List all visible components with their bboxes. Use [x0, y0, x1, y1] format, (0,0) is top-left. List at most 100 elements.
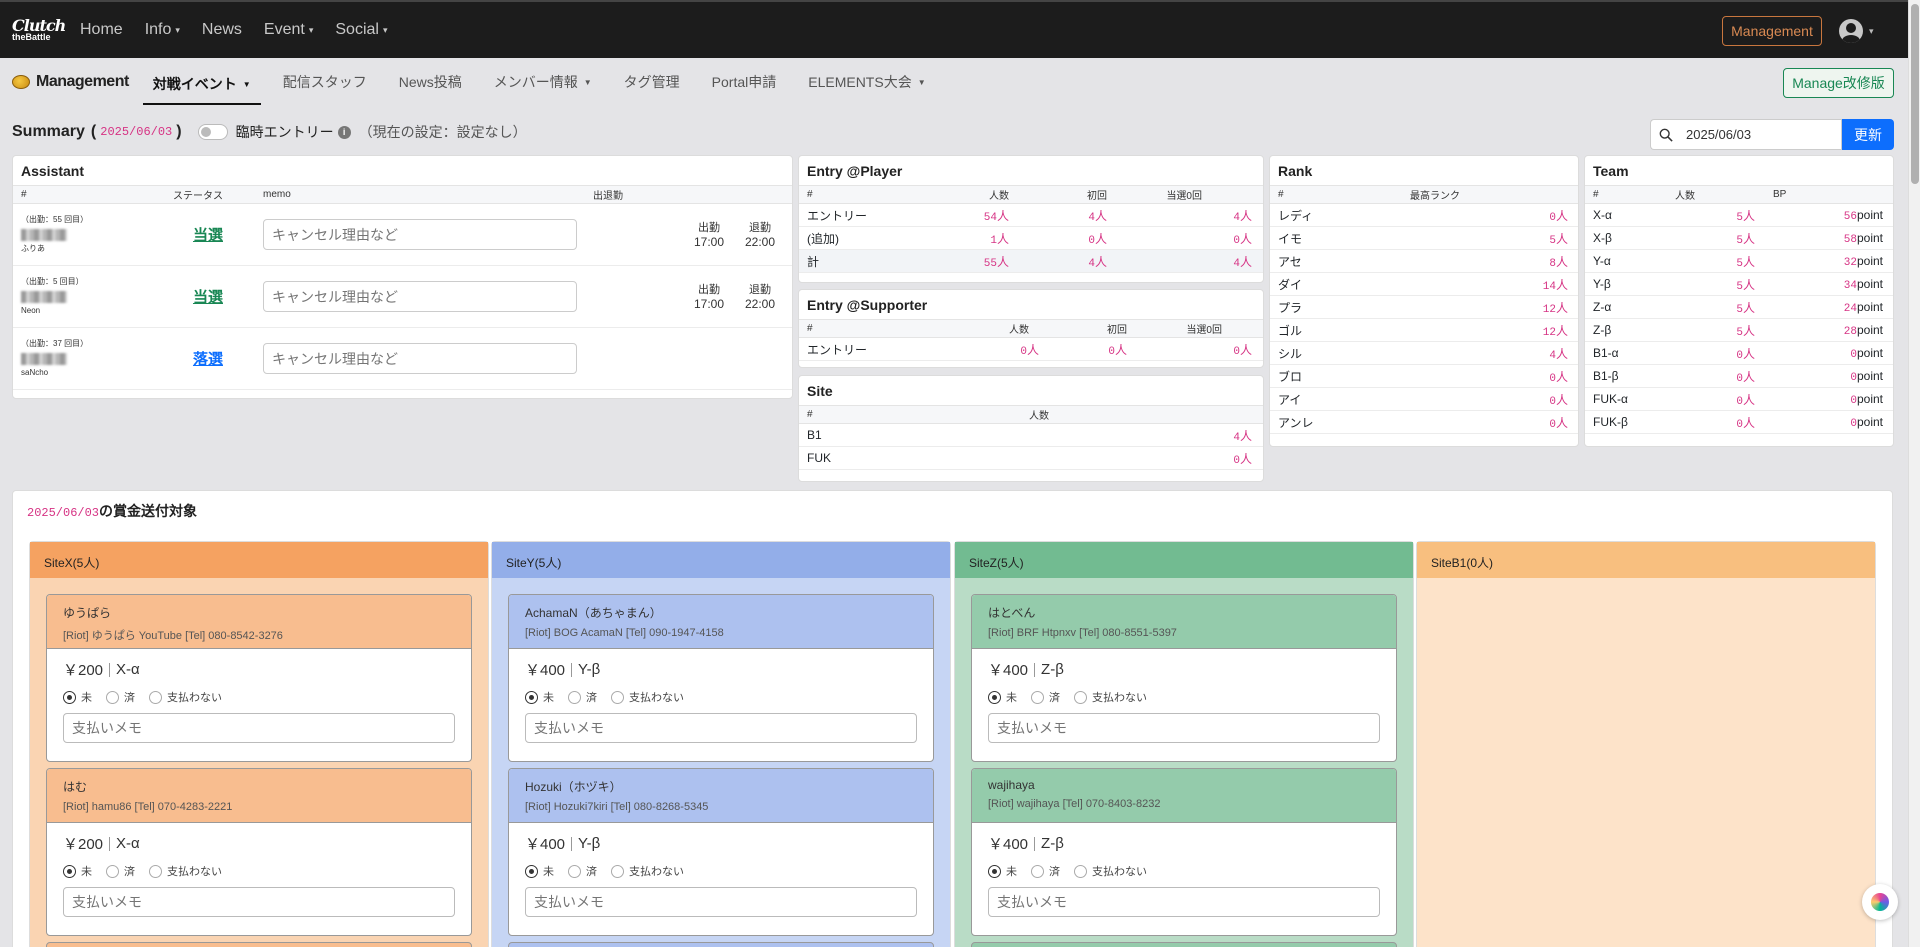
cancel-reason-input[interactable] — [263, 343, 577, 374]
radio-button[interactable] — [1074, 690, 1087, 704]
subnav-item-3[interactable]: メンバー情報 ▼ — [478, 58, 608, 106]
count-cell: 4人 — [1380, 345, 1568, 362]
count-value: 0 — [1736, 349, 1743, 362]
payment-status-radio[interactable]: 未 — [63, 689, 92, 705]
payment-memo-input[interactable] — [63, 713, 455, 743]
site-row: B1 4人 — [799, 424, 1263, 447]
radio-button[interactable] — [63, 690, 76, 704]
clock-in-time: 17:00 — [694, 297, 725, 312]
radio-button[interactable] — [611, 864, 624, 878]
payment-status-radio[interactable]: 未 — [525, 689, 554, 705]
count-cell: 14人 — [1380, 276, 1568, 293]
payment-status-radio[interactable]: 未 — [988, 863, 1017, 879]
payment-status-radio[interactable]: 未 — [988, 689, 1017, 705]
radio-button[interactable] — [1031, 690, 1044, 704]
col-header: BP — [1773, 189, 1787, 200]
radio-button[interactable] — [568, 864, 581, 878]
count-cell: 1人 — [909, 230, 1009, 247]
management-button[interactable]: Management — [1722, 16, 1822, 46]
manage-revised-button[interactable]: Manage改修版 — [1783, 68, 1894, 98]
caret-down-icon: ▼ — [242, 79, 251, 89]
count-cell: 0人 — [909, 450, 1252, 467]
radio-button[interactable] — [149, 690, 162, 704]
radio-button[interactable] — [988, 864, 1001, 878]
subnav-item-0[interactable]: 対戦イベント ▼ — [142, 65, 261, 105]
divider — [109, 836, 111, 851]
nav-item-news[interactable]: News — [202, 21, 242, 39]
nav-item-social[interactable]: Social ▾ — [335, 21, 387, 39]
payment-status-radio[interactable]: 済 — [106, 689, 135, 705]
subnav-item-1[interactable]: 配信スタッフ — [267, 58, 383, 106]
radio-button[interactable] — [63, 864, 76, 878]
assistant-fab-button[interactable] — [1862, 884, 1898, 920]
nav-item-event[interactable]: Event ▾ — [264, 21, 313, 39]
user-menu[interactable]: ▾ — [1839, 19, 1874, 43]
subnav-item-2[interactable]: News投稿 — [383, 58, 478, 106]
payment-status-radio[interactable]: 済 — [1031, 863, 1060, 879]
payment-status-radio[interactable]: 済 — [568, 863, 597, 879]
nav-item-info[interactable]: Info ▾ — [145, 21, 180, 39]
radio-button[interactable] — [525, 690, 538, 704]
row-label: ブロ — [1278, 369, 1303, 384]
count-unit: 人 — [1742, 323, 1755, 338]
count-cell: 54人 — [909, 207, 1009, 224]
site-logo[interactable]: Clutch theBattle — [12, 18, 66, 42]
payment-memo-input[interactable] — [63, 887, 455, 917]
status-link[interactable]: 落選 — [153, 348, 263, 369]
radio-button[interactable] — [106, 864, 119, 878]
date-search-input[interactable] — [1680, 119, 1842, 150]
payment-memo-input[interactable] — [988, 713, 1380, 743]
team-value: Z-β — [1041, 661, 1064, 678]
cancel-reason-input[interactable] — [263, 219, 577, 250]
payment-status-radio[interactable]: 済 — [106, 863, 135, 879]
payment-status-radios: 未 済 支払わない — [63, 863, 455, 879]
info-icon[interactable]: i — [337, 125, 351, 139]
payment-memo-input[interactable] — [525, 713, 917, 743]
payment-memo-input[interactable] — [988, 887, 1380, 917]
temp-entry-toggle[interactable] — [197, 124, 228, 140]
management-brand[interactable]: Management — [12, 73, 129, 91]
count-value: 4 — [1088, 211, 1095, 224]
radio-button[interactable] — [106, 690, 119, 704]
subnav-item-6[interactable]: ELEMENTS大会 ▼ — [792, 58, 941, 106]
assistant-row: （出勤：37 回目） saNcho 落選 — [13, 328, 792, 390]
payment-status-radio[interactable]: 支払わない — [611, 863, 684, 879]
status-link[interactable]: 当選 — [153, 224, 263, 245]
status-link[interactable]: 当選 — [153, 286, 263, 307]
site-column: SiteX(5人) ゆうぱら [Riot] ゆうぱら YouTube [Tel] 0… — [29, 541, 489, 947]
subnav-item-4[interactable]: タグ管理 — [608, 58, 696, 106]
nav-item-home[interactable]: Home — [80, 21, 123, 39]
payment-status-radio[interactable]: 未 — [525, 863, 554, 879]
payment-status-radio[interactable]: 支払わない — [1074, 689, 1147, 705]
date-search: 更新 — [1650, 119, 1894, 150]
count-cell: 55人 — [909, 253, 1009, 270]
radio-button[interactable] — [1031, 864, 1044, 878]
payee-card-body: ￥200 X-α 未 済 支払わない — [47, 823, 471, 927]
page-scrollbar[interactable] — [1908, 0, 1920, 947]
radio-button[interactable] — [568, 690, 581, 704]
count-value: 0 — [1736, 418, 1743, 431]
radio-button[interactable] — [525, 864, 538, 878]
payment-status-radio[interactable]: 支払わない — [1074, 863, 1147, 879]
radio-button[interactable] — [611, 690, 624, 704]
subnav-item-5[interactable]: Portal申請 — [696, 58, 793, 106]
payee-card-partial — [46, 942, 472, 947]
update-button[interactable]: 更新 — [1842, 119, 1894, 150]
clock-out-time: 22:00 — [745, 235, 776, 250]
payment-status-radio[interactable]: 未 — [63, 863, 92, 879]
rank-title: Rank — [1278, 163, 1313, 179]
payment-status-radio[interactable]: 済 — [568, 689, 597, 705]
payment-status-radio[interactable]: 支払わない — [611, 689, 684, 705]
payment-memo-input[interactable] — [525, 887, 917, 917]
payment-status-radio[interactable]: 済 — [1031, 689, 1060, 705]
row-label: ダイ — [1278, 277, 1303, 292]
radio-button[interactable] — [149, 864, 162, 878]
cancel-reason-input[interactable] — [263, 281, 577, 312]
radio-button[interactable] — [988, 690, 1001, 704]
bp-value: 0 — [1850, 417, 1857, 430]
scrollbar-thumb[interactable] — [1911, 4, 1919, 184]
amount-value: ￥400 — [988, 836, 1029, 853]
radio-button[interactable] — [1074, 864, 1087, 878]
payment-status-radio[interactable]: 支払わない — [149, 689, 222, 705]
payment-status-radio[interactable]: 支払わない — [149, 863, 222, 879]
